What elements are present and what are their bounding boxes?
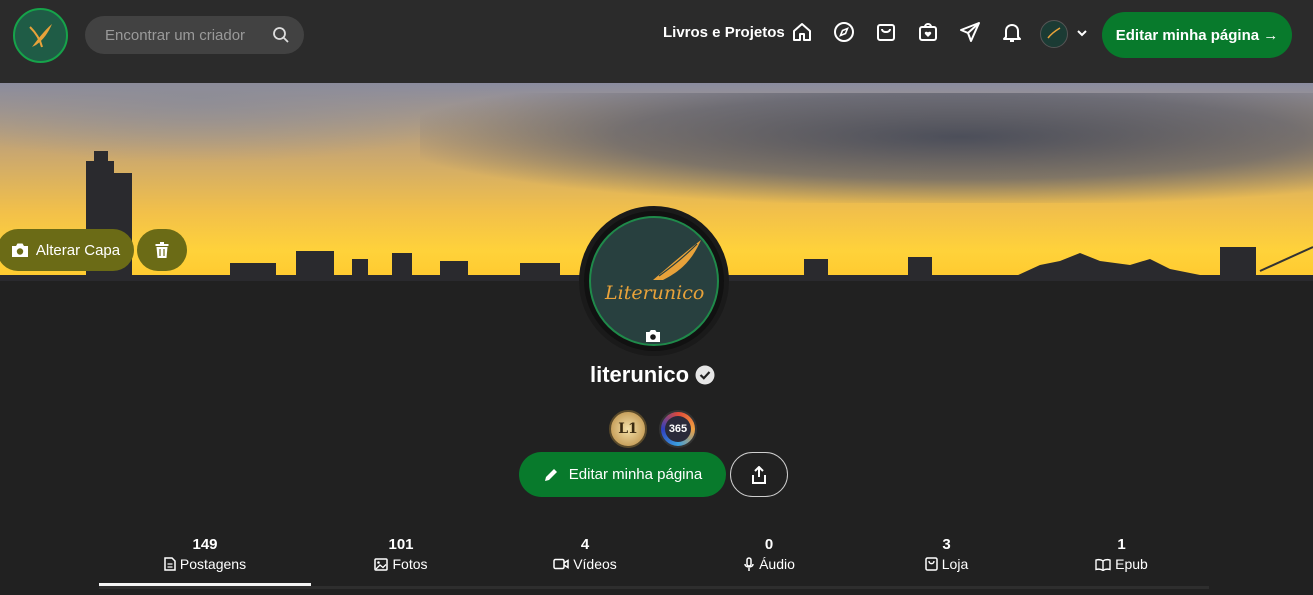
top-navigation-bar: Livros e Projetos Editar minha página → xyxy=(0,0,1313,83)
change-cover-button[interactable]: Alterar Capa xyxy=(0,229,134,271)
tab-epub[interactable]: 1 Epub xyxy=(1034,535,1209,589)
bell-icon[interactable] xyxy=(1000,20,1024,44)
search-input[interactable] xyxy=(105,26,272,44)
tab-videos[interactable]: 4 Vídeos xyxy=(491,535,679,589)
shopping-bag-icon[interactable] xyxy=(874,20,898,44)
tab-count: 3 xyxy=(942,536,951,553)
tab-label: Fotos xyxy=(392,556,428,572)
send-icon[interactable] xyxy=(958,20,982,44)
tab-fotos[interactable]: 101 Fotos xyxy=(311,535,491,589)
image-icon xyxy=(374,557,389,571)
tab-label: Epub xyxy=(1115,556,1148,572)
level-badge[interactable]: L1 xyxy=(609,410,647,448)
user-avatar[interactable] xyxy=(1040,20,1068,48)
username-text: literunico xyxy=(590,362,690,387)
tab-count: 1 xyxy=(1117,536,1126,553)
profile-logo-text: Literunico xyxy=(605,282,705,304)
tab-loja[interactable]: 3 Loja xyxy=(859,535,1034,589)
video-icon xyxy=(553,558,569,570)
edit-page-label: Editar minha página xyxy=(568,466,703,483)
trash-icon xyxy=(155,242,169,258)
tab-audio[interactable]: 0 Áudio xyxy=(679,535,859,589)
search-icon[interactable] xyxy=(272,26,290,44)
home-icon[interactable] xyxy=(790,20,814,44)
tab-label: Loja xyxy=(941,556,969,572)
site-logo[interactable] xyxy=(13,8,68,63)
microphone-icon xyxy=(744,556,754,571)
compass-icon[interactable] xyxy=(832,20,856,44)
tab-label: Vídeos xyxy=(573,556,617,572)
tab-postagens[interactable]: 149 Postagens xyxy=(99,535,311,589)
active-tab-indicator xyxy=(99,583,311,586)
tab-count: 0 xyxy=(764,536,774,553)
profile-username: literunico xyxy=(590,362,715,388)
change-photo-camera-icon[interactable] xyxy=(645,329,661,343)
delete-cover-button[interactable] xyxy=(137,229,187,271)
book-icon xyxy=(1095,558,1111,571)
change-cover-label: Alterar Capa xyxy=(35,241,121,259)
shop-bag-icon xyxy=(925,557,938,571)
tab-count: 101 xyxy=(388,536,414,553)
streak-365-badge[interactable]: 365 xyxy=(659,410,697,448)
search-box xyxy=(85,16,304,54)
verified-badge-icon xyxy=(695,365,715,385)
pencil-icon xyxy=(544,468,557,481)
tab-label: Postagens xyxy=(179,556,247,572)
content-tabs: 149 Postagens 101 Fotos 4 Vídeos 0 Áudio… xyxy=(99,535,1209,589)
tab-count: 149 xyxy=(192,536,218,553)
feather-logo-icon xyxy=(653,240,701,280)
share-button[interactable] xyxy=(730,452,788,497)
document-icon xyxy=(164,557,176,571)
bag-heart-icon[interactable] xyxy=(916,20,940,44)
share-icon xyxy=(752,465,766,484)
chevron-down-icon[interactable] xyxy=(1075,26,1089,40)
profile-logo: Literunico xyxy=(589,216,719,346)
tab-label: Áudio xyxy=(759,556,795,572)
edit-page-button[interactable]: Editar minha página xyxy=(519,452,726,497)
tab-count: 4 xyxy=(580,536,590,553)
edit-page-button-header[interactable]: Editar minha página → xyxy=(1102,12,1292,58)
nav-link-books-projects[interactable]: Livros e Projetos xyxy=(663,24,785,41)
camera-icon xyxy=(11,243,28,257)
feather-logo-icon xyxy=(28,23,52,47)
